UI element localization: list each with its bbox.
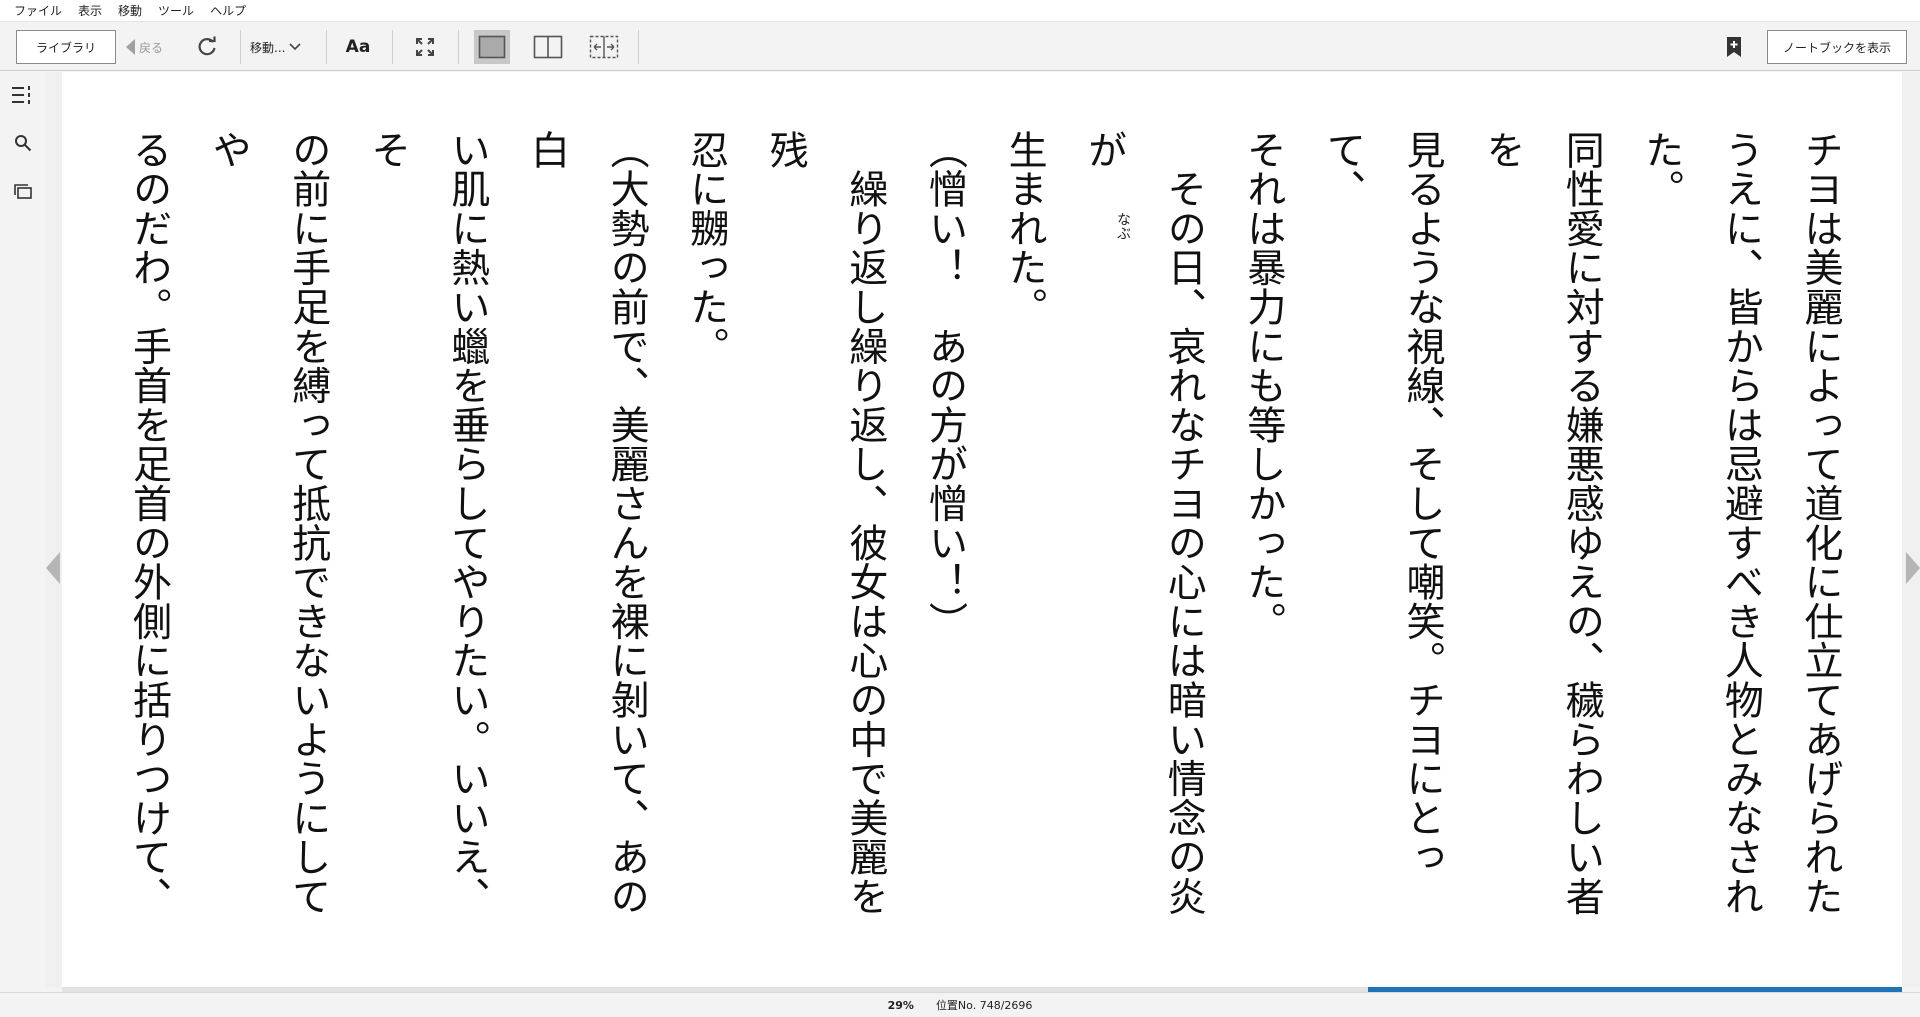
- text-column: 生まれた。: [1002, 130, 1048, 327]
- toolbar-divider: [458, 30, 459, 64]
- single-page-layout-button[interactable]: [474, 30, 510, 64]
- flashcards-icon[interactable]: [10, 178, 36, 204]
- menu-file[interactable]: ファイル: [6, 0, 70, 22]
- table-of-contents-icon[interactable]: [10, 82, 36, 108]
- text-column: の前に手足を縛って抵抗できないようにしてや: [206, 130, 331, 916]
- menu-go[interactable]: 移動: [110, 0, 150, 22]
- menu-help[interactable]: ヘルプ: [202, 0, 254, 22]
- move-dropdown[interactable]: 移動...: [250, 36, 302, 58]
- progress-percent: 29%: [887, 998, 914, 1012]
- menu-bar: ファイル 表示 移動 ツール ヘルプ: [0, 0, 1920, 22]
- toolbar: ライブラリ 戻る 移動... Aa ノートブックを表示: [0, 22, 1920, 71]
- text-column: それは暴力にも等しかった。: [1240, 130, 1286, 641]
- left-rail: [0, 72, 46, 992]
- font-settings-button[interactable]: Aa: [342, 33, 374, 61]
- show-notebook-button[interactable]: ノートブックを表示: [1767, 30, 1907, 64]
- two-page-icon: [533, 35, 563, 59]
- search-icon[interactable]: [10, 130, 36, 156]
- vertical-text-block: チヨは美麗によって道化に仕立てあげられた うえに、皆からは忌避すべき人物とみなされ…: [100, 130, 1860, 950]
- single-page-icon: [478, 35, 506, 59]
- toolbar-divider: [240, 30, 241, 64]
- text-column: い肌に熱い蠟を垂らしてやりたい。いいえ、そ: [365, 130, 490, 916]
- two-page-layout-button[interactable]: [532, 33, 564, 61]
- toolbar-divider: [326, 30, 327, 64]
- bookmark-add-icon[interactable]: [1720, 33, 1748, 61]
- toolbar-divider: [638, 30, 639, 64]
- fullscreen-icon[interactable]: [411, 33, 439, 61]
- next-page-arrow-icon[interactable]: [1906, 552, 1920, 584]
- chevron-down-icon: [289, 43, 302, 51]
- menu-view[interactable]: 表示: [70, 0, 110, 22]
- back-button[interactable]: 戻る: [126, 36, 163, 58]
- back-label: 戻る: [139, 40, 164, 55]
- text-column: 忍に嬲った。: [683, 130, 729, 366]
- location-indicator: 位置No. 748/2696: [935, 999, 1033, 1012]
- previous-page-arrow-icon[interactable]: [46, 552, 60, 584]
- text-column: うえに、皆からは忌避すべき人物とみなされた。: [1638, 130, 1764, 916]
- text-column: （大勢の前で、美麗さんを裸に剝いて、あの白: [524, 130, 650, 916]
- toolbar-divider: [392, 30, 393, 64]
- text-column: 見るような視線、そして嘲笑。チヨにとって、: [1320, 130, 1446, 877]
- fit-width-icon: [589, 35, 619, 59]
- status-bar: 29% 位置No. 748/2696: [0, 992, 1920, 1017]
- sync-icon[interactable]: [193, 33, 221, 61]
- text-column: 繰り返し繰り返し、彼女は心の中で美麗を残: [763, 130, 888, 916]
- text-column: その日、哀れなチヨの心には暗い情念の炎が: [1081, 130, 1207, 916]
- ruby-annotation: なぶ: [1115, 212, 1131, 240]
- back-arrow-icon: [126, 39, 135, 55]
- text-column: 同性愛に対する嫌悪感ゆえの、穢らわしい者を: [1479, 130, 1605, 916]
- text-column: るのだわ。手首を足首の外側に括りつけて、抵: [126, 130, 172, 916]
- library-button[interactable]: ライブラリ: [16, 30, 116, 64]
- book-text: チヨは美麗によって道化に仕立てあげられた うえに、皆からは忌避すべき人物とみなされ…: [100, 130, 1860, 950]
- text-column: チヨは美麗によって道化に仕立てあげられた: [1798, 130, 1843, 916]
- right-margin: [1902, 72, 1920, 987]
- text-column: （憎い！ あの方が憎い！）: [922, 130, 968, 641]
- menu-tools[interactable]: ツール: [150, 0, 202, 22]
- fit-page-layout-button[interactable]: [588, 33, 620, 61]
- move-label: 移動...: [250, 40, 286, 55]
- left-margin: [46, 72, 62, 987]
